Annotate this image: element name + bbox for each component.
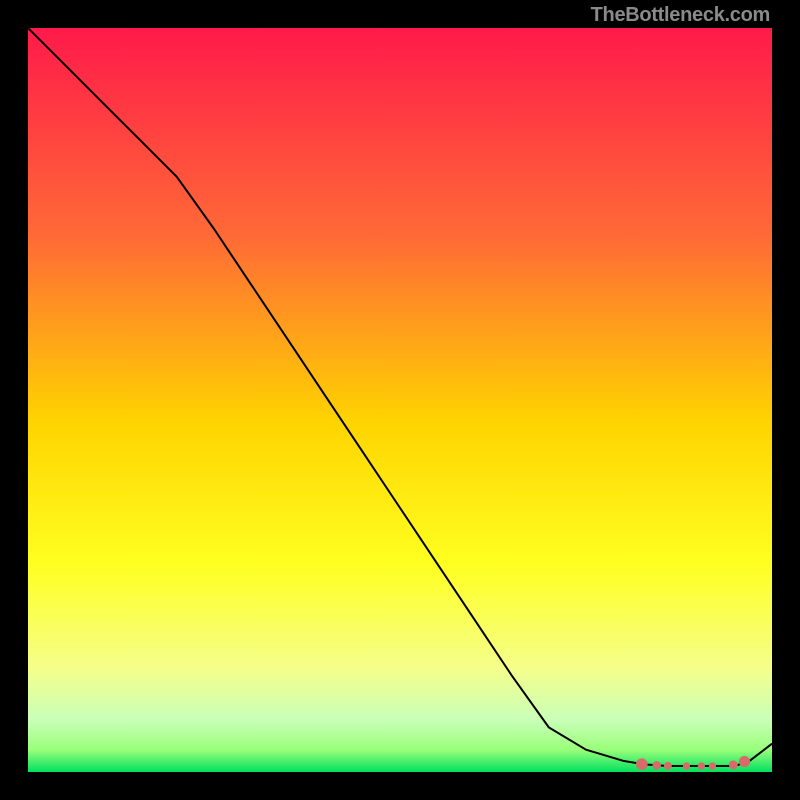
line-series bbox=[28, 28, 772, 766]
chart-overlay bbox=[28, 28, 772, 772]
chart-container: TheBottleneck.com bbox=[0, 0, 800, 800]
marker-dot bbox=[739, 756, 750, 767]
marker-dot bbox=[709, 762, 716, 769]
plot-area bbox=[28, 28, 772, 772]
marker-dot bbox=[664, 762, 672, 770]
watermark-text: TheBottleneck.com bbox=[591, 4, 770, 27]
curve-path bbox=[28, 28, 772, 766]
marker-dot bbox=[683, 762, 690, 769]
marker-dot bbox=[652, 761, 661, 770]
marker-series bbox=[636, 756, 750, 770]
marker-dot bbox=[698, 762, 705, 769]
marker-dot bbox=[729, 760, 738, 769]
marker-dot bbox=[636, 758, 648, 770]
